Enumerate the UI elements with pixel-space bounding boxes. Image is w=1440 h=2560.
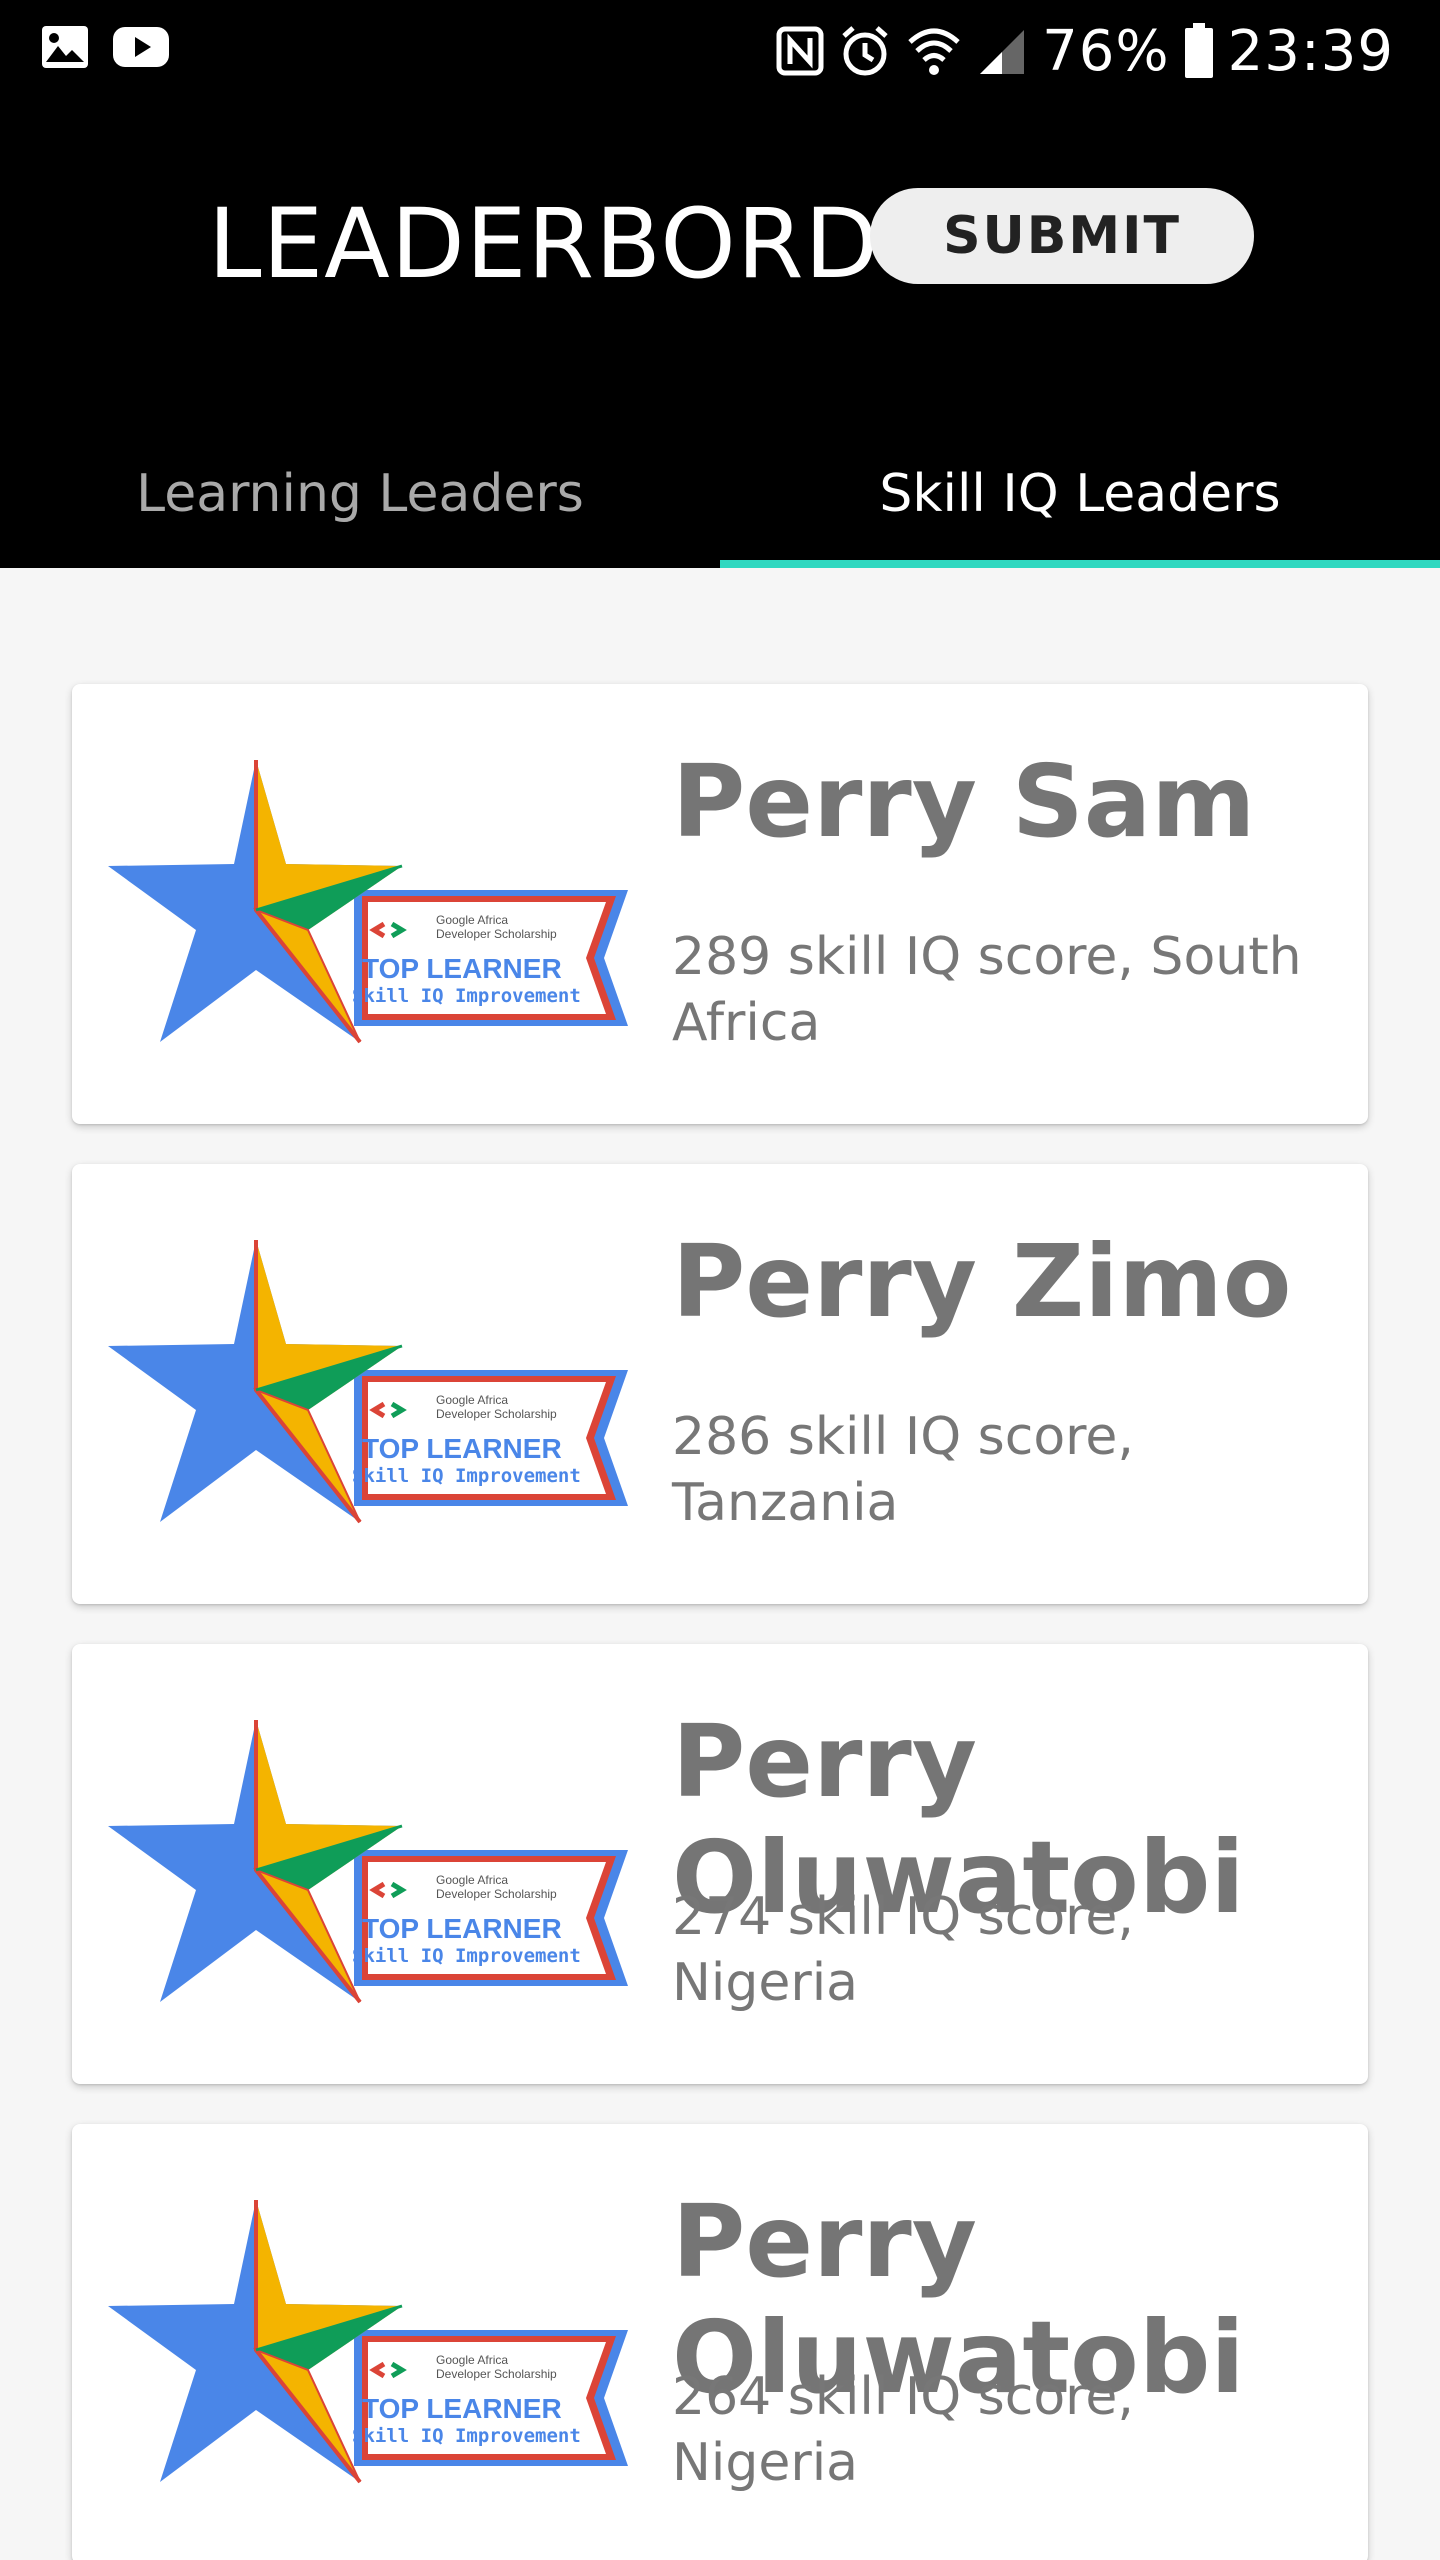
badge-subtitle: Skill IQ Improvement bbox=[352, 2425, 581, 2447]
signal-icon bbox=[976, 26, 1028, 76]
app-header: LEADERBORD SUBMIT Learning Leaders Skill… bbox=[0, 100, 1440, 568]
battery-percent: 76% bbox=[1042, 18, 1170, 84]
leader-name: Perry Zimo bbox=[672, 1223, 1292, 1340]
youtube-notification-icon bbox=[112, 26, 170, 68]
top-learner-badge-icon: Google Africa Developer Scholarship TOP … bbox=[108, 760, 628, 1044]
leader-score-country: 289 skill IQ score, South Africa bbox=[672, 927, 1302, 1053]
clock: 23:39 bbox=[1227, 18, 1394, 84]
badge-title: TOP LEARNER bbox=[362, 2393, 562, 2424]
image-notification-icon bbox=[40, 24, 90, 70]
badge-org-line2: Developer Scholarship bbox=[436, 927, 557, 941]
badge-org-line1: Google Africa bbox=[436, 1393, 508, 1407]
badge-org-line1: Google Africa bbox=[436, 913, 508, 927]
alarm-icon bbox=[838, 24, 892, 78]
page-title: LEADERBORD bbox=[208, 188, 880, 300]
top-learner-badge-icon: Google Africa Developer Scholarship TOP … bbox=[108, 2200, 628, 2484]
leader-card[interactable]: Google Africa Developer Scholarship TOP … bbox=[72, 1644, 1368, 2084]
badge-org-line2: Developer Scholarship bbox=[436, 1887, 557, 1901]
leader-name: Perry Sam bbox=[672, 743, 1256, 860]
submit-button[interactable]: SUBMIT bbox=[870, 188, 1254, 284]
badge-title: TOP LEARNER bbox=[362, 1433, 562, 1464]
badge-title: TOP LEARNER bbox=[362, 953, 562, 984]
battery-icon bbox=[1184, 23, 1214, 79]
top-learner-badge-icon: Google Africa Developer Scholarship TOP … bbox=[108, 1720, 628, 2004]
top-learner-badge-icon: Google Africa Developer Scholarship TOP … bbox=[108, 1240, 628, 1524]
badge-subtitle: Skill IQ Improvement bbox=[352, 985, 581, 1007]
badge-title: TOP LEARNER bbox=[362, 1913, 562, 1944]
badge-subtitle: Skill IQ Improvement bbox=[352, 1465, 581, 1487]
badge-org-line2: Developer Scholarship bbox=[436, 2367, 557, 2381]
status-bar: 76% 23:39 bbox=[0, 0, 1440, 100]
leader-card[interactable]: Google Africa Developer Scholarship TOP … bbox=[72, 2124, 1368, 2560]
nfc-icon bbox=[776, 26, 824, 76]
leader-card[interactable]: Google Africa Developer Scholarship TOP … bbox=[72, 1164, 1368, 1604]
badge-subtitle: Skill IQ Improvement bbox=[352, 1945, 581, 1967]
leader-score-country: 264 skill IQ score, Nigeria bbox=[672, 2367, 1134, 2493]
leaders-list[interactable]: Google Africa Developer Scholarship TOP … bbox=[0, 568, 1440, 2560]
badge-org-line1: Google Africa bbox=[436, 2353, 508, 2367]
tab-bar: Learning Leaders Skill IQ Leaders bbox=[0, 420, 1440, 568]
badge-org-line1: Google Africa bbox=[436, 1873, 508, 1887]
badge-org-line2: Developer Scholarship bbox=[436, 1407, 557, 1421]
tab-skill-iq-leaders[interactable]: Skill IQ Leaders bbox=[720, 420, 1440, 568]
leader-score-country: 274 skill IQ score, Nigeria bbox=[672, 1887, 1134, 2013]
wifi-icon bbox=[906, 24, 962, 78]
tab-learning-leaders[interactable]: Learning Leaders bbox=[0, 420, 720, 568]
leader-card[interactable]: Google Africa Developer Scholarship TOP … bbox=[72, 684, 1368, 1124]
leader-score-country: 286 skill IQ score, Tanzania bbox=[672, 1407, 1134, 1533]
